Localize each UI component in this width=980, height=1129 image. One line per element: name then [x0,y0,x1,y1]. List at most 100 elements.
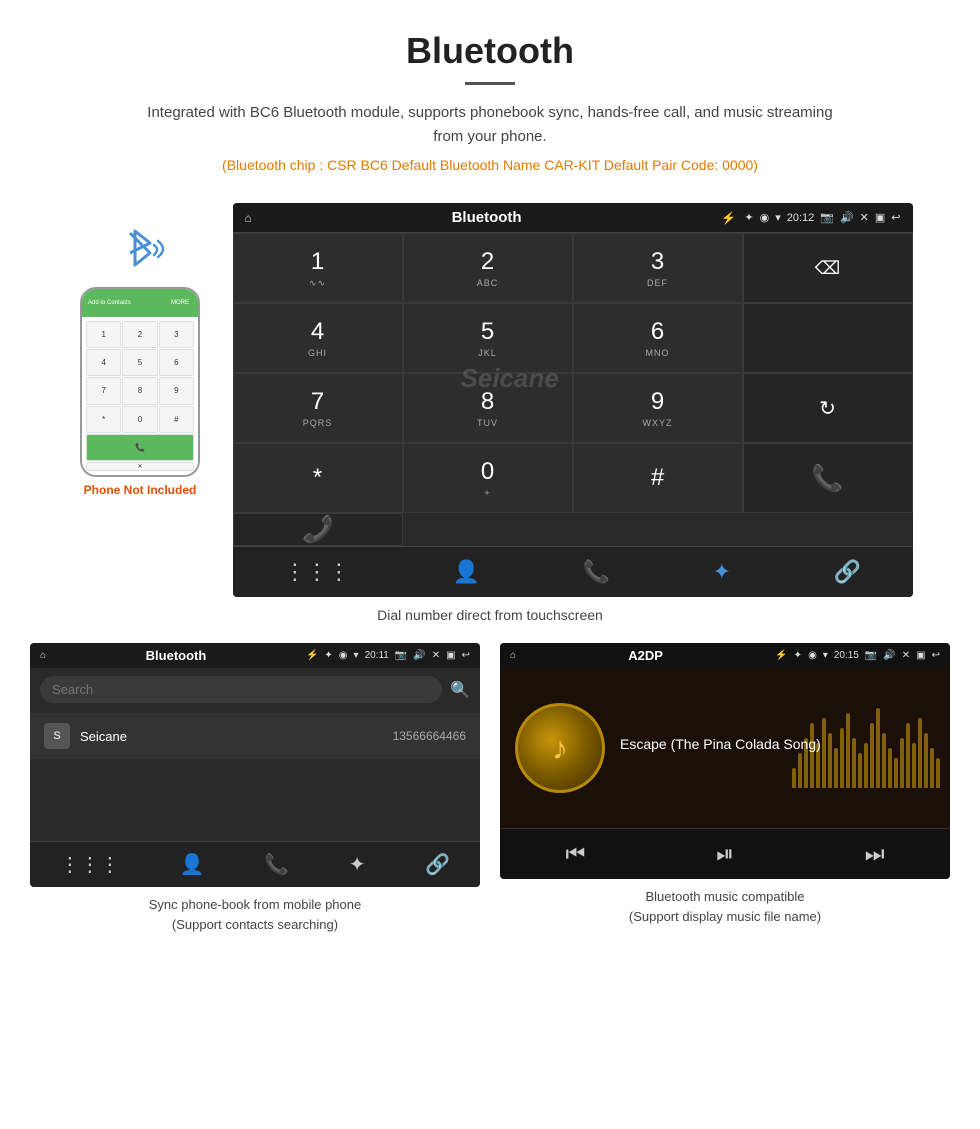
phone-key-8[interactable]: 8 [122,377,157,404]
pb-status-bar: ⌂ Bluetooth ⚡ ✦ ◉ ▾ 20:11 📷 🔊 ✕ ▣ ↩ [30,643,480,668]
pb-search-input[interactable] [40,676,442,703]
pb-phone-icon[interactable]: 📞 [264,852,289,877]
phone-key-9[interactable]: 9 [159,377,194,404]
pb-contact-row[interactable]: S Seicane 13566664466 [30,713,480,759]
music-vol-icon[interactable]: 🔊 [883,650,895,661]
phone-key-4[interactable]: 4 [86,349,121,376]
hu-phone-icon[interactable]: 📞 [583,559,610,585]
hu-dialpad-icon[interactable]: ⋮⋮⋮ [284,559,350,585]
phone-call-button[interactable]: 📞 [86,434,194,461]
phone-key-3[interactable]: 3 [159,321,194,348]
music-prev-button[interactable]: ⏮ [565,841,585,867]
pb-dialpad-icon[interactable]: ⋮⋮⋮ [60,852,120,877]
dp-key-9[interactable]: 9WXYZ [573,373,743,443]
dp-key-call-red[interactable]: 📞 [233,513,403,546]
dp-key-0[interactable]: 0+ [403,443,573,513]
pb-contact-number: 13566664466 [393,729,466,743]
pb-home-icon[interactable]: ⌂ [40,650,46,661]
pb-contact-name: Seicane [80,729,383,744]
hu-link-icon[interactable]: 🔗 [834,559,861,585]
phone-not-included-label: Phone Not Included [68,483,213,497]
music-win-icon[interactable]: ▣ [916,650,925,661]
dp-key-2[interactable]: 2ABC [403,233,573,303]
phone-top-label: Add to Contacts [88,300,131,306]
dp-key-1[interactable]: 1∿∿ [233,233,403,303]
head-unit-dial: ⌂ Bluetooth ⚡ ✦ ◉ ▾ 20:12 📷 🔊 ✕ ▣ ↩ 1∿∿ … [233,203,913,597]
music-home-icon[interactable]: ⌂ [510,650,516,661]
pb-empty-area [30,761,480,841]
page-description: Integrated with BC6 Bluetooth module, su… [140,101,840,149]
music-back-icon[interactable]: ↩ [932,650,940,661]
pb-usb-icon: ⚡ [306,650,318,661]
phone-key-2[interactable]: 2 [122,321,157,348]
music-content: ♪ Escape (The Pina Colada Song) [500,668,950,828]
music-play-pause-button[interactable]: ⏯ [716,841,734,867]
phone-key-7[interactable]: 7 [86,377,121,404]
page-header: Bluetooth Integrated with BC6 Bluetooth … [0,0,980,203]
phone-key-hash[interactable]: # [159,406,194,433]
phone-key-star[interactable]: * [86,406,121,433]
pb-back-icon[interactable]: ↩ [462,650,470,661]
pb-title: Bluetooth [52,648,300,663]
music-x-icon[interactable]: ✕ [902,650,910,661]
pb-location-icon: ◉ [339,650,348,661]
music-song-name: Escape (The Pina Colada Song) [620,736,935,752]
music-location-icon: ◉ [808,650,817,661]
hu-vol-icon[interactable]: 🔊 [840,211,854,224]
waveform-bar [894,758,898,788]
phone-image: Add to Contacts MORE 1 2 3 4 5 6 7 8 9 *… [80,287,200,477]
phone-key-5[interactable]: 5 [122,349,157,376]
phone-key-0[interactable]: 0 [122,406,157,433]
dp-key-star[interactable]: * [233,443,403,513]
phonebook-screen: ⌂ Bluetooth ⚡ ✦ ◉ ▾ 20:11 📷 🔊 ✕ ▣ ↩ 🔍 S … [30,643,480,887]
dp-key-7[interactable]: 7PQRS [233,373,403,443]
hu-usb-icon: ⚡ [721,211,736,225]
music-status-bar: ⌂ A2DP ⚡ ✦ ◉ ▾ 20:15 📷 🔊 ✕ ▣ ↩ [500,643,950,668]
hu-dialpad: 1∿∿ 2ABC 3DEF ⌫ 4GHI 5JKL 6MNO 7PQRS 8TU… [233,232,913,546]
search-icon[interactable]: 🔍 [450,680,470,700]
music-next-button[interactable]: ⏭ [865,841,885,867]
hu-x-icon[interactable]: ✕ [860,211,869,224]
pb-bt-icon: ✦ [324,650,332,661]
dp-key-backspace[interactable]: ⌫ [743,233,913,303]
pb-contacts-icon[interactable]: 👤 [180,852,205,877]
phone-screen-content: 1 2 3 4 5 6 7 8 9 * 0 # 📞 ✕ [82,317,198,475]
main-screen-section: Add to Contacts MORE 1 2 3 4 5 6 7 8 9 *… [0,203,980,597]
bottom-screenshots: ⌂ Bluetooth ⚡ ✦ ◉ ▾ 20:11 📷 🔊 ✕ ▣ ↩ 🔍 S … [0,643,980,934]
pb-bluetooth-icon[interactable]: ✦ [349,852,366,877]
dp-key-call-green[interactable]: 📞 [743,443,913,513]
hu-win-icon[interactable]: ▣ [875,211,885,224]
hu-home-icon[interactable]: ⌂ [245,211,252,225]
pb-x-icon[interactable]: ✕ [432,650,440,661]
pb-action-bar: ⋮⋮⋮ 👤 📞 ✦ 🔗 [30,841,480,887]
phone-key-6[interactable]: 6 [159,349,194,376]
music-wifi-icon: ▾ [823,650,828,661]
hu-back-icon[interactable]: ↩ [891,211,900,224]
bluetooth-waves-icon [68,223,213,282]
title-divider [465,82,515,85]
music-screen: ⌂ A2DP ⚡ ✦ ◉ ▾ 20:15 📷 🔊 ✕ ▣ ↩ ♪ Escape … [500,643,950,879]
pb-link-icon[interactable]: 🔗 [425,852,450,877]
hu-bottom-bar: ⋮⋮⋮ 👤 📞 ✦ 🔗 [233,546,913,597]
hu-status-icons: ✦ ◉ ▾ 20:12 📷 🔊 ✕ ▣ ↩ [744,211,900,224]
phone-key-1[interactable]: 1 [86,321,121,348]
dp-key-6[interactable]: 6MNO [573,303,743,373]
dp-key-4[interactable]: 4GHI [233,303,403,373]
pb-contact-avatar: S [44,723,70,749]
hu-cam-icon: 📷 [820,211,834,224]
hu-contacts-icon[interactable]: 👤 [452,559,479,585]
dp-key-refresh[interactable]: ↻ [743,373,913,443]
hu-bt-icon: ✦ [744,211,753,224]
pb-vol-icon[interactable]: 🔊 [413,650,425,661]
music-note-icon: ♪ [552,730,568,767]
dp-key-3[interactable]: 3DEF [573,233,743,303]
pb-time: 20:11 [365,650,389,661]
pb-search-row: 🔍 [30,668,480,711]
pb-win-icon[interactable]: ▣ [446,650,455,661]
dp-key-8[interactable]: 8TUV [403,373,573,443]
phone-end-button[interactable]: ✕ [86,462,194,471]
dp-key-5[interactable]: 5JKL [403,303,573,373]
hu-bluetooth-icon[interactable]: ✦ [713,559,731,585]
dp-key-hash[interactable]: # [573,443,743,513]
phone-mockup: Add to Contacts MORE 1 2 3 4 5 6 7 8 9 *… [68,203,213,497]
